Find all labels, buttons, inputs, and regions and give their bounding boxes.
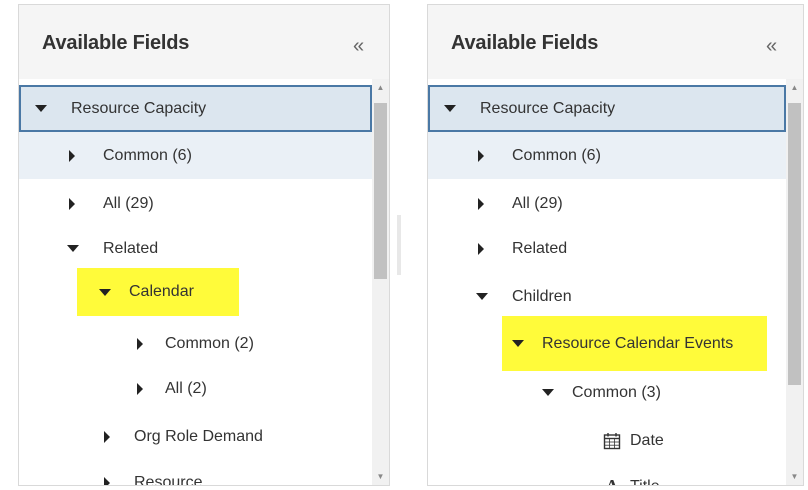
caret-down-icon[interactable] [35, 105, 47, 112]
scrollbar-thumb[interactable] [374, 103, 387, 279]
calendar-icon [602, 432, 622, 450]
tree-item-common[interactable]: Common (6) [19, 132, 372, 179]
caret-right-icon[interactable] [478, 149, 484, 162]
field-item-label: Title [630, 477, 660, 486]
tree-item-common[interactable]: Common (6) [428, 132, 786, 179]
caret-right-icon[interactable] [478, 197, 484, 210]
tree-item-calendar-common[interactable]: Common (2) [19, 320, 372, 367]
tree-item-label: Children [512, 287, 572, 305]
tree-item-calendar[interactable]: Calendar [77, 268, 239, 316]
tree-item-related[interactable]: Related [19, 225, 372, 272]
panel-title: Available Fields [451, 32, 599, 54]
tree-item-label: Related [103, 239, 159, 257]
collapse-panel-icon[interactable]: « [766, 35, 777, 58]
tree-item-label: Org Role Demand [134, 427, 263, 445]
tree-item-label: Calendar [129, 283, 194, 300]
field-tree: Resource Capacity Common (6) All (29) Re… [428, 79, 786, 485]
caret-right-icon[interactable] [137, 382, 143, 395]
caret-right-icon[interactable] [104, 476, 110, 485]
caret-right-icon[interactable] [69, 149, 75, 162]
scrollbar-thumb[interactable] [788, 103, 801, 385]
scroll-up-arrow-icon[interactable]: ▲ [372, 79, 389, 96]
tree-item-label: Resource Capacity [480, 99, 616, 117]
available-fields-panel-right: Available Fields « Resource Capacity Com… [427, 4, 804, 486]
tree-item-all[interactable]: All (29) [19, 180, 372, 227]
panel-header: Available Fields « [19, 5, 389, 79]
tree-item-label: Common (6) [103, 146, 192, 164]
available-fields-panel-left: Available Fields « Resource Capacity Com… [18, 4, 390, 486]
caret-down-icon[interactable] [444, 105, 456, 112]
tree-item-events-common[interactable]: Common (3) [428, 369, 786, 416]
tree-item-label: Resource Calendar Events [542, 334, 734, 352]
tree-item-children[interactable]: Children [428, 273, 786, 320]
field-tree: Resource Capacity Common (6) All (29) Re… [19, 79, 372, 485]
scroll-down-arrow-icon[interactable]: ▼ [786, 468, 803, 485]
resize-handle[interactable] [397, 215, 401, 275]
scroll-up-arrow-icon[interactable]: ▲ [786, 79, 803, 96]
panel-title: Available Fields [42, 32, 190, 54]
tree-item-all[interactable]: All (29) [428, 180, 786, 227]
tree-item-org-role-demand[interactable]: Org Role Demand [19, 413, 372, 460]
text-type-icon: A [605, 476, 619, 486]
tree-item-resource-capacity[interactable]: Resource Capacity [428, 85, 786, 132]
caret-right-icon[interactable] [104, 430, 110, 443]
field-item-date[interactable]: Date [428, 417, 786, 464]
scroll-down-arrow-icon[interactable]: ▼ [372, 468, 389, 485]
caret-down-icon[interactable] [67, 245, 79, 252]
caret-down-icon[interactable] [476, 293, 488, 300]
tree-item-label: All (29) [512, 194, 563, 212]
tree-item-label: Resource [134, 473, 203, 486]
panel-header: Available Fields « [428, 5, 803, 79]
caret-right-icon[interactable] [69, 197, 75, 210]
caret-down-icon[interactable] [542, 389, 554, 396]
tree-item-related[interactable]: Related [428, 225, 786, 272]
field-item-label: Date [630, 431, 664, 449]
caret-right-icon[interactable] [137, 337, 143, 350]
tree-item-label: All (2) [165, 379, 207, 397]
caret-down-icon[interactable] [99, 288, 111, 296]
field-item-title[interactable]: A Title [428, 463, 786, 486]
collapse-panel-icon[interactable]: « [353, 35, 364, 58]
tree-item-resource-capacity[interactable]: Resource Capacity [19, 85, 372, 132]
vertical-scrollbar[interactable]: ▲ ▼ [786, 79, 803, 485]
caret-right-icon[interactable] [478, 242, 484, 255]
tree-item-calendar-all[interactable]: All (2) [19, 365, 372, 412]
tree-item-label: Common (6) [512, 146, 601, 164]
tree-item-label: Related [512, 239, 568, 257]
vertical-scrollbar[interactable]: ▲ ▼ [372, 79, 389, 485]
tree-item-resource-calendar-events[interactable]: Resource Calendar Events [502, 316, 767, 371]
tree-item-resource[interactable]: Resource [19, 459, 372, 486]
tree-item-label: All (29) [103, 194, 154, 212]
caret-down-icon[interactable] [512, 340, 524, 347]
tree-item-label: Resource Capacity [71, 99, 207, 117]
tree-item-label: Common (3) [572, 383, 661, 401]
tree-item-label: Common (2) [165, 334, 254, 352]
